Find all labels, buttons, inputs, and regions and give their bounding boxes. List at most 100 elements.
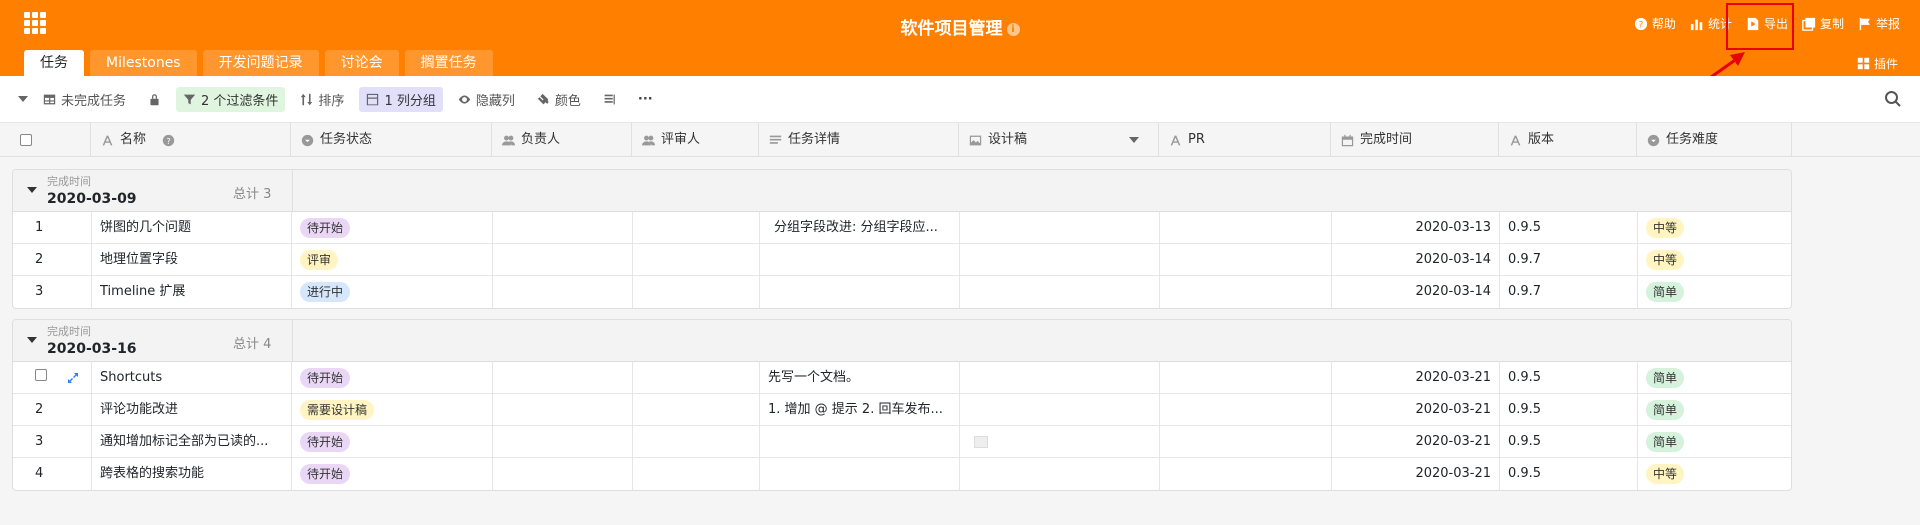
version-cell[interactable]: 0.9.5 — [1500, 458, 1638, 490]
tab-shelved[interactable]: 搁置任务 — [404, 50, 493, 76]
column-reviewer[interactable]: 评审人 — [632, 123, 759, 157]
task-name-cell[interactable]: Timeline 扩展 — [92, 276, 292, 308]
design-cell[interactable] — [960, 212, 1160, 244]
date-cell[interactable]: 2020-03-21 — [1332, 426, 1500, 458]
date-cell[interactable]: 2020-03-14 — [1332, 276, 1500, 308]
assignee-cell[interactable] — [493, 394, 633, 426]
task-status-cell[interactable]: 待开始 — [292, 362, 493, 394]
assignee-cell[interactable] — [493, 276, 633, 308]
date-cell[interactable]: 2020-03-21 — [1332, 394, 1500, 426]
assignee-cell[interactable] — [493, 244, 633, 276]
table-row[interactable]: 2 评论功能改进 需要设计稿 1. 增加 @ 提示 2. 回车发布... 202… — [13, 394, 1791, 426]
difficulty-cell[interactable]: 简单 — [1638, 394, 1791, 426]
group-collapse-caret[interactable] — [27, 337, 37, 343]
reviewer-cell[interactable] — [633, 276, 760, 308]
column-detail[interactable]: 任务详情 — [759, 123, 959, 157]
row-height-button[interactable] — [596, 90, 623, 109]
task-status-cell[interactable]: 进行中 — [292, 276, 493, 308]
design-thumbnail[interactable] — [974, 435, 988, 448]
tab-dev-issues[interactable]: 开发问题记录 — [202, 50, 319, 76]
table-row[interactable]: 2 地理位置字段 评审 2020-03-14 0.9.7 中等 — [13, 244, 1791, 276]
pr-cell[interactable] — [1160, 394, 1332, 426]
copy-button[interactable]: 复制 — [1802, 15, 1844, 32]
reviewer-cell[interactable] — [633, 212, 760, 244]
column-date[interactable]: 完成时间 — [1331, 123, 1499, 157]
date-cell[interactable]: 2020-03-21 — [1332, 458, 1500, 490]
more-button[interactable]: ··· — [631, 89, 660, 110]
color-button[interactable]: 颜色 — [530, 87, 588, 112]
pr-cell[interactable] — [1160, 426, 1332, 458]
sort-button[interactable]: 排序 — [293, 87, 351, 112]
pr-cell[interactable] — [1160, 276, 1332, 308]
assignee-cell[interactable] — [493, 426, 633, 458]
expand-row-icon[interactable] — [67, 372, 79, 384]
view-dropdown-caret[interactable] — [18, 96, 28, 102]
column-menu-caret[interactable] — [1129, 137, 1140, 143]
select-all-checkbox[interactable] — [20, 134, 32, 146]
task-status-cell[interactable]: 待开始 — [292, 458, 493, 490]
difficulty-cell[interactable]: 中等 — [1638, 212, 1791, 244]
difficulty-cell[interactable]: 简单 — [1638, 426, 1791, 458]
reviewer-cell[interactable] — [633, 458, 760, 490]
search-icon[interactable] — [1884, 90, 1902, 108]
design-cell[interactable] — [960, 276, 1160, 308]
group-collapse-caret[interactable] — [27, 187, 37, 193]
reviewer-cell[interactable] — [633, 362, 760, 394]
version-cell[interactable]: 0.9.7 — [1500, 276, 1638, 308]
task-name-cell[interactable]: 通知增加标记全部为已读的... — [92, 426, 292, 458]
pr-cell[interactable] — [1160, 212, 1332, 244]
detail-cell[interactable]: 先写一个文档。 — [760, 362, 960, 394]
difficulty-cell[interactable]: 中等 — [1638, 458, 1791, 490]
task-status-cell[interactable]: 需要设计稿 — [292, 394, 493, 426]
task-name-cell[interactable]: 地理位置字段 — [92, 244, 292, 276]
table-row[interactable]: 3 Timeline 扩展 进行中 2020-03-14 0.9.7 简单 — [13, 276, 1791, 308]
help-button[interactable]: ? 帮助 — [1634, 15, 1676, 32]
version-cell[interactable]: 0.9.5 — [1500, 212, 1638, 244]
design-cell[interactable] — [960, 458, 1160, 490]
difficulty-cell[interactable]: 中等 — [1638, 244, 1791, 276]
task-status-cell[interactable]: 待开始 — [292, 212, 493, 244]
version-cell[interactable]: 0.9.5 — [1500, 426, 1638, 458]
filter-button[interactable]: 2 个过滤条件 — [176, 86, 286, 112]
difficulty-cell[interactable]: 简单 — [1638, 276, 1791, 308]
plugins-button[interactable]: 插件 — [1857, 55, 1898, 72]
detail-cell[interactable] — [760, 426, 960, 458]
table-row[interactable]: 4 跨表格的搜索功能 待开始 2020-03-21 0.9.5 中等 — [13, 458, 1791, 490]
detail-cell[interactable] — [760, 458, 960, 490]
pr-cell[interactable] — [1160, 458, 1332, 490]
date-cell[interactable]: 2020-03-21 — [1332, 362, 1500, 394]
design-cell[interactable] — [960, 426, 1160, 458]
table-row[interactable]: Shortcuts 待开始 先写一个文档。 2020-03-21 0.9.5 简… — [13, 362, 1791, 394]
design-cell[interactable] — [960, 244, 1160, 276]
version-cell[interactable]: 0.9.7 — [1500, 244, 1638, 276]
reviewer-cell[interactable] — [633, 426, 760, 458]
detail-cell[interactable] — [760, 244, 960, 276]
column-name[interactable]: 名称 ? — [91, 123, 291, 157]
design-cell[interactable] — [960, 394, 1160, 426]
tab-milestones[interactable]: Milestones — [90, 50, 197, 76]
task-name-cell[interactable]: 饼图的几个问题 — [92, 212, 292, 244]
column-status[interactable]: 任务状态 — [291, 123, 492, 157]
task-name-cell[interactable]: Shortcuts — [92, 362, 292, 394]
tab-tasks[interactable]: 任务 — [24, 50, 84, 76]
report-button[interactable]: 举报 — [1858, 15, 1900, 32]
task-status-cell[interactable]: 评审 — [292, 244, 493, 276]
version-cell[interactable]: 0.9.5 — [1500, 362, 1638, 394]
hide-columns-button[interactable]: 隐藏列 — [451, 87, 522, 112]
column-pr[interactable]: PR — [1159, 123, 1331, 157]
task-name-cell[interactable]: 评论功能改进 — [92, 394, 292, 426]
table-row[interactable]: 1 饼图的几个问题 待开始 分组字段改进: 分组字段应... 2020-03-1… — [13, 212, 1791, 244]
detail-cell[interactable] — [760, 276, 960, 308]
group-button[interactable]: 1 列分组 — [359, 86, 443, 112]
table-row[interactable]: 3 通知增加标记全部为已读的... 待开始 2020-03-21 0.9.5 简… — [13, 426, 1791, 458]
assignee-cell[interactable] — [493, 458, 633, 490]
pr-cell[interactable] — [1160, 362, 1332, 394]
reviewer-cell[interactable] — [633, 244, 760, 276]
version-cell[interactable]: 0.9.5 — [1500, 394, 1638, 426]
detail-cell[interactable]: 分组字段改进: 分组字段应... — [760, 212, 960, 244]
row-checkbox[interactable] — [35, 369, 47, 381]
lock-button[interactable] — [141, 90, 168, 109]
detail-cell[interactable]: 1. 增加 @ 提示 2. 回车发布... — [760, 394, 960, 426]
date-cell[interactable]: 2020-03-14 — [1332, 244, 1500, 276]
design-cell[interactable] — [960, 362, 1160, 394]
